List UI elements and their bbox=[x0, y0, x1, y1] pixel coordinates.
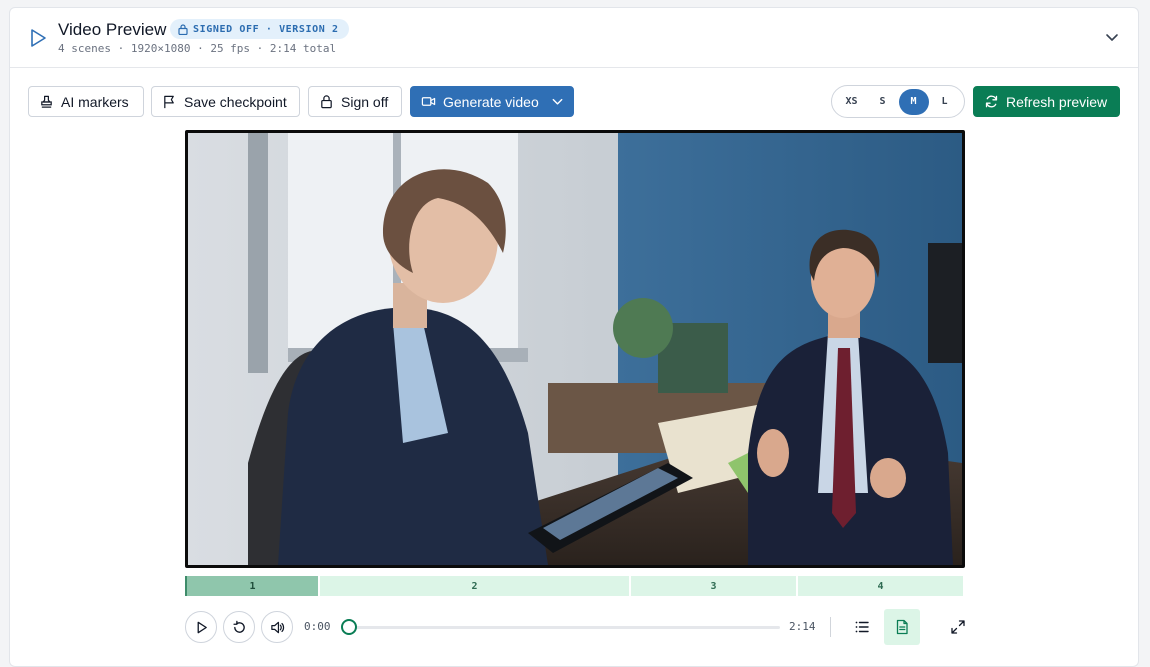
fullscreen-icon bbox=[951, 620, 965, 634]
chevron-down-icon[interactable] bbox=[1104, 29, 1120, 45]
player-controls: 0:00 2:14 bbox=[185, 609, 965, 645]
scene-list-button[interactable] bbox=[844, 609, 880, 645]
chevron-down-icon[interactable] bbox=[550, 94, 565, 109]
scene-segment[interactable]: 4 bbox=[798, 576, 963, 596]
sign-off-label: Sign off bbox=[341, 93, 389, 110]
transcript-button[interactable] bbox=[884, 609, 920, 645]
video-meta: 4 scenes · 1920×1080 · 25 fps · 2:14 tot… bbox=[58, 42, 337, 55]
total-time: 2:14 bbox=[789, 620, 816, 633]
play-icon bbox=[197, 621, 207, 633]
ai-markers-label: AI markers bbox=[61, 93, 129, 110]
restart-button[interactable] bbox=[223, 611, 255, 643]
flag-icon bbox=[164, 95, 174, 109]
panel-header: Video Preview SIGNED OFF · VERSION 2 4 s… bbox=[10, 8, 1138, 68]
scene-timeline: 1 2 3 4 bbox=[185, 576, 963, 596]
scene-segment[interactable]: 1 bbox=[185, 576, 318, 596]
refresh-icon bbox=[985, 95, 998, 108]
status-badge: SIGNED OFF · VERSION 2 bbox=[170, 19, 349, 39]
seek-handle[interactable] bbox=[341, 619, 357, 635]
rotate-ccw-icon bbox=[232, 620, 245, 633]
save-checkpoint-label: Save checkpoint bbox=[184, 93, 287, 110]
generate-video-label: Generate video bbox=[443, 93, 539, 110]
controls-divider bbox=[830, 617, 831, 637]
video-frame[interactable] bbox=[185, 130, 965, 568]
scene-segment[interactable]: 3 bbox=[631, 576, 796, 596]
video-still bbox=[188, 133, 962, 565]
refresh-preview-button[interactable]: Refresh preview bbox=[973, 86, 1120, 117]
video-preview-panel: Video Preview SIGNED OFF · VERSION 2 4 s… bbox=[9, 7, 1139, 667]
video-camera-icon bbox=[421, 97, 436, 106]
volume-button[interactable] bbox=[261, 611, 293, 643]
play-button[interactable] bbox=[185, 611, 217, 643]
stamp-icon bbox=[41, 95, 52, 108]
scene-segment[interactable]: 2 bbox=[320, 576, 629, 596]
page-title: Video Preview bbox=[58, 20, 167, 39]
size-option-xs[interactable]: XS bbox=[837, 89, 867, 115]
status-badge-text: SIGNED OFF · VERSION 2 bbox=[193, 23, 339, 35]
refresh-preview-label: Refresh preview bbox=[1006, 93, 1108, 110]
sign-off-button[interactable]: Sign off bbox=[308, 86, 402, 117]
current-time: 0:00 bbox=[304, 620, 331, 633]
list-icon bbox=[855, 621, 869, 633]
size-selector: XS S M L bbox=[831, 85, 965, 118]
toolbar: AI markers Save checkpoint Sign off Gene… bbox=[10, 68, 1138, 128]
volume-icon bbox=[270, 621, 284, 633]
play-outline-icon bbox=[31, 29, 46, 47]
document-icon bbox=[896, 619, 908, 635]
fullscreen-button[interactable] bbox=[940, 609, 976, 645]
seek-track[interactable] bbox=[345, 626, 780, 629]
save-checkpoint-button[interactable]: Save checkpoint bbox=[151, 86, 300, 117]
size-option-l[interactable]: L bbox=[930, 89, 960, 115]
size-option-s[interactable]: S bbox=[868, 89, 898, 115]
size-option-m[interactable]: M bbox=[898, 88, 929, 115]
generate-video-button[interactable]: Generate video bbox=[410, 86, 574, 117]
ai-markers-button[interactable]: AI markers bbox=[28, 86, 144, 117]
lock-icon bbox=[178, 23, 188, 35]
lock-icon bbox=[321, 95, 332, 109]
